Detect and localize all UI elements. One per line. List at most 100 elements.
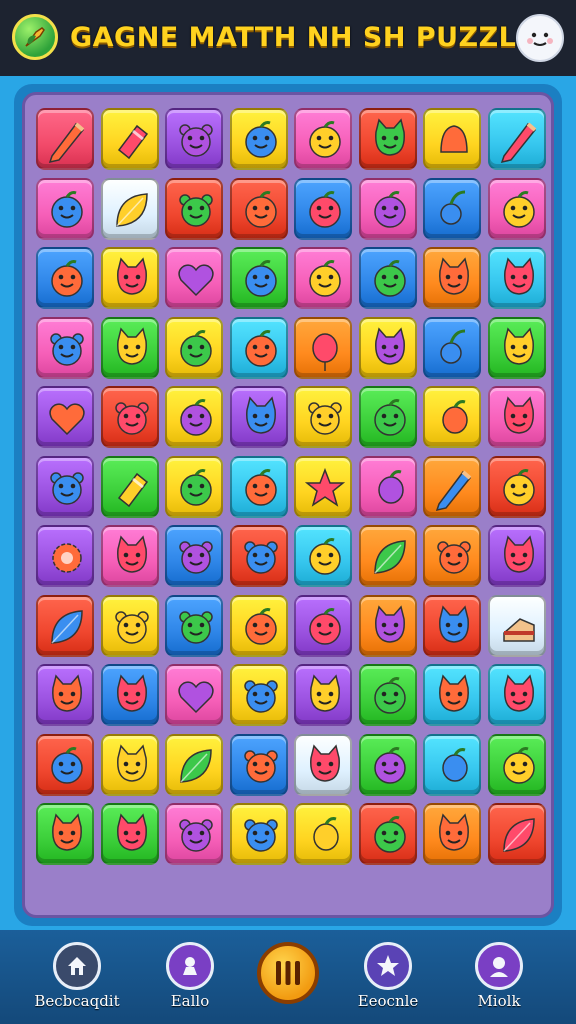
nav-profile-button[interactable]: Miolk [444,940,554,1020]
game-tile[interactable] [229,247,288,309]
game-tile[interactable] [165,316,223,379]
game-tile[interactable] [165,108,223,170]
game-tile[interactable] [100,316,159,379]
game-tile[interactable] [294,525,352,587]
game-tile[interactable] [358,525,417,587]
game-tile[interactable] [165,733,223,796]
apple-icon [309,121,341,158]
game-tile[interactable] [165,247,223,309]
game-tile[interactable] [229,525,288,587]
game-tile[interactable] [36,803,94,865]
game-tile[interactable] [100,525,159,587]
nav-label: Becbcaqdit [34,992,120,1010]
game-tile[interactable] [358,594,417,657]
nav-home-button[interactable]: Becbcaqdit [22,940,132,1020]
game-tile[interactable] [294,386,352,448]
game-tile[interactable] [294,664,352,726]
game-tile[interactable] [294,316,352,379]
game-tile[interactable] [36,108,94,170]
bell-icon [440,125,468,153]
game-tile[interactable] [423,594,481,657]
game-tile[interactable] [165,594,223,657]
game-tile[interactable] [294,803,352,865]
game-tile[interactable] [100,455,159,518]
game-tile[interactable] [487,177,546,240]
leaf-icon [115,192,148,227]
pause-button[interactable] [257,942,319,1004]
game-tile[interactable] [36,455,94,518]
game-tile[interactable] [294,108,352,170]
game-tile[interactable] [229,108,288,170]
game-tile[interactable] [487,316,546,379]
game-tile[interactable] [423,733,481,796]
game-tile[interactable] [423,455,481,518]
game-tile[interactable] [423,803,481,865]
game-tile[interactable] [423,108,481,170]
game-tile[interactable] [358,247,417,309]
bear-icon [114,402,149,435]
game-tile[interactable] [358,733,417,796]
game-tile[interactable] [100,108,159,170]
game-tile[interactable] [36,316,94,379]
game-tile[interactable] [36,733,94,796]
game-tile[interactable] [294,594,352,657]
game-tile[interactable] [36,177,94,240]
nav-scores-button[interactable]: Eeocnle [333,940,443,1020]
game-tile[interactable] [487,733,546,796]
eraser-icon [117,472,148,507]
game-tile[interactable] [229,733,288,796]
game-tile[interactable] [358,316,417,379]
game-tile[interactable] [100,177,159,240]
game-tile[interactable] [358,803,417,865]
game-tile[interactable] [487,664,546,726]
game-tile[interactable] [358,386,417,448]
game-tile[interactable] [487,455,546,518]
game-tile[interactable] [423,247,481,309]
game-tile[interactable] [358,455,417,518]
game-tile[interactable] [229,664,288,726]
game-tile[interactable] [100,594,159,657]
game-tile[interactable] [36,594,94,657]
game-tile[interactable] [229,803,288,865]
game-tile[interactable] [165,803,223,865]
apple-icon [502,190,535,228]
game-tile[interactable] [487,108,546,170]
game-tile[interactable] [165,664,223,726]
nav-ball-button[interactable]: Eallo [135,940,245,1020]
game-tile[interactable] [423,386,481,448]
game-tile[interactable] [100,803,159,865]
game-tile[interactable] [294,247,352,309]
game-tile[interactable] [100,247,159,309]
game-tile[interactable] [294,455,352,518]
game-tile[interactable] [487,525,546,587]
game-tile[interactable] [165,386,223,448]
game-tile[interactable] [358,108,417,170]
game-tile[interactable] [36,664,94,726]
game-tile[interactable] [100,386,159,448]
game-tile[interactable] [165,177,223,240]
game-tile[interactable] [423,664,481,726]
game-tile[interactable] [423,525,481,587]
game-tile[interactable] [36,247,94,309]
game-tile[interactable] [487,803,546,865]
game-tile[interactable] [229,386,288,448]
game-tile[interactable] [423,177,481,240]
game-tile[interactable] [487,247,546,309]
game-tile[interactable] [229,594,288,657]
game-tile[interactable] [487,386,546,448]
game-tile[interactable] [487,594,546,657]
game-tile[interactable] [229,177,288,240]
game-tile[interactable] [358,664,417,726]
game-tile[interactable] [165,525,223,587]
game-tile[interactable] [294,733,352,796]
game-tile[interactable] [358,177,417,240]
game-tile[interactable] [229,455,288,518]
game-tile[interactable] [165,455,223,518]
game-tile[interactable] [229,316,288,379]
game-tile[interactable] [100,664,159,726]
game-tile[interactable] [36,386,94,448]
game-tile[interactable] [100,733,159,796]
game-tile[interactable] [294,177,352,240]
game-tile[interactable] [423,316,481,379]
game-tile[interactable] [36,525,94,587]
